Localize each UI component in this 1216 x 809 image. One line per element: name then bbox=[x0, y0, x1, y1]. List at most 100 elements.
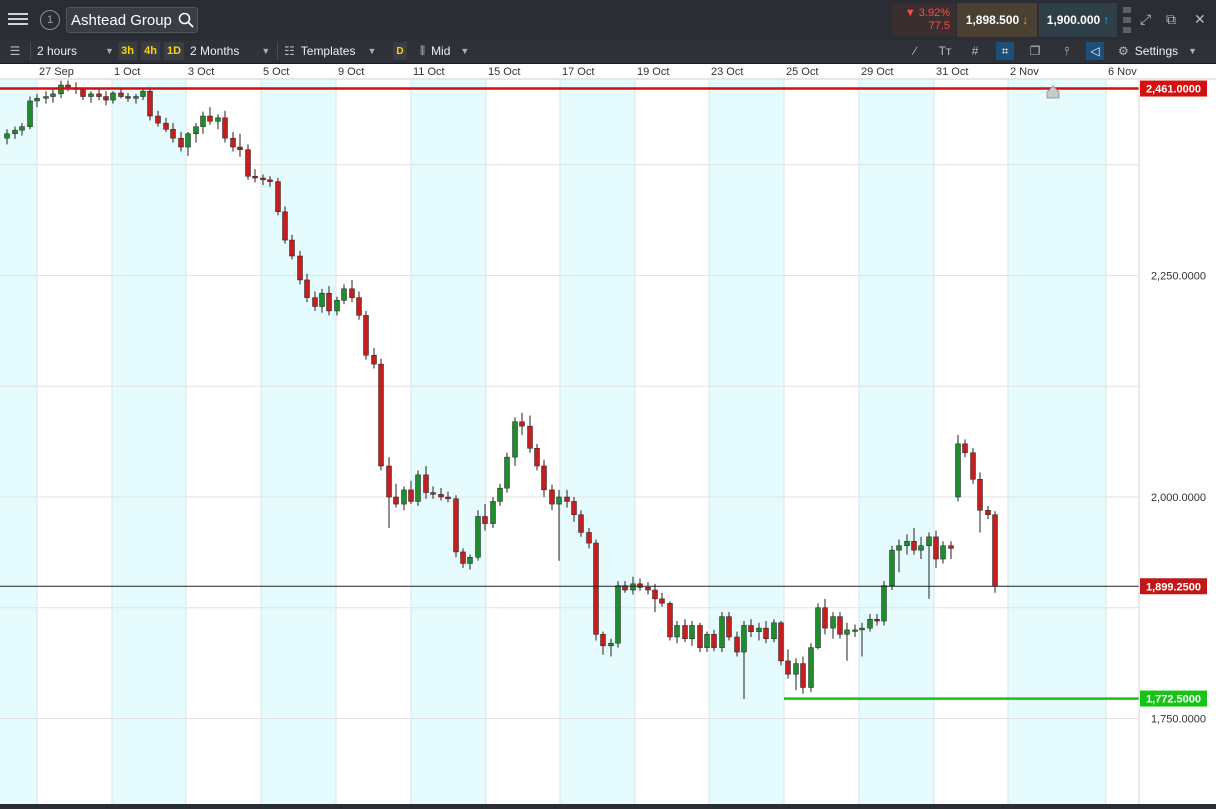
candle-body bbox=[467, 556, 473, 564]
candle-body bbox=[356, 297, 362, 316]
candle-body bbox=[349, 288, 355, 298]
x-tick-label: 9 Oct bbox=[338, 66, 364, 78]
candle-body bbox=[415, 474, 421, 502]
day-band bbox=[560, 80, 635, 804]
y-tick-label: 2,000.0000 bbox=[1151, 492, 1206, 504]
range-dropdown[interactable]: 2 Months ▼ bbox=[190, 42, 275, 60]
candle-body bbox=[571, 501, 577, 515]
candle-body bbox=[844, 629, 850, 635]
info-badge[interactable]: 1 bbox=[40, 10, 60, 30]
candle-body bbox=[490, 501, 496, 524]
support-price-label: 1,772.5000 bbox=[1146, 694, 1201, 706]
candle-body bbox=[497, 487, 503, 502]
d-button[interactable]: D bbox=[393, 42, 407, 60]
candle-body bbox=[904, 541, 910, 546]
candle-body bbox=[260, 177, 266, 181]
y-tick-label: 2,250.0000 bbox=[1151, 271, 1206, 283]
arrow-down-icon: ↓ bbox=[1022, 13, 1029, 27]
candle-body bbox=[704, 634, 710, 648]
candle-body bbox=[163, 122, 169, 130]
caret-down-icon: ▼ bbox=[261, 46, 271, 56]
candles-icon: ⫼ bbox=[420, 44, 426, 57]
candle-body bbox=[363, 315, 369, 356]
range-label: 2 Months bbox=[190, 44, 240, 58]
candle-body bbox=[445, 496, 451, 500]
x-tick-label: 17 Oct bbox=[562, 66, 594, 78]
x-tick-label: 2 Nov bbox=[1010, 66, 1039, 78]
buy-button[interactable]: 1,900.000 ↑ bbox=[1039, 3, 1117, 37]
expand-icon[interactable]: ⤢ bbox=[1140, 11, 1151, 28]
instrument-search[interactable]: Ashtead Group bbox=[66, 7, 198, 33]
close-icon[interactable]: ✕ bbox=[1194, 11, 1206, 28]
interval-label: 2 hours bbox=[37, 44, 78, 58]
interval-1d-label: 1D bbox=[166, 45, 182, 57]
candle-body bbox=[985, 510, 991, 515]
day-band bbox=[1008, 80, 1106, 804]
candle-body bbox=[504, 456, 510, 489]
instrument-name: Ashtead Group bbox=[71, 11, 172, 29]
search-icon[interactable] bbox=[178, 12, 194, 28]
candle-body bbox=[541, 465, 547, 491]
interval-dropdown[interactable]: 2 hours ▼ bbox=[37, 42, 115, 60]
divider bbox=[277, 42, 278, 60]
windows-icon[interactable]: ❐ bbox=[1026, 42, 1044, 60]
candle-body bbox=[711, 634, 717, 648]
candle-body bbox=[808, 647, 814, 688]
candlestick-chart[interactable]: 27 Sep 1 Oct 3 Oct 5 Oct 9 Oct 11 Oct 15 Oct 17… bbox=[0, 49, 1216, 804]
resistance-price-label: 2,461.0000 bbox=[1146, 84, 1201, 96]
candle-body bbox=[889, 549, 895, 586]
candle-body bbox=[312, 297, 318, 307]
price-type-dropdown[interactable]: ⫼ Mid ▼ bbox=[420, 42, 484, 60]
x-tick-label: 3 Oct bbox=[188, 66, 214, 78]
templates-label: Templates bbox=[300, 44, 356, 58]
candle-body bbox=[830, 616, 836, 629]
grid-icon[interactable]: # bbox=[966, 42, 984, 60]
interval-4h-button[interactable]: 4h bbox=[141, 42, 160, 60]
day-band bbox=[709, 80, 784, 804]
templates-dropdown[interactable]: ☷ Templates ▼ bbox=[284, 42, 384, 60]
settings-dropdown[interactable]: ⚙ Settings ▼ bbox=[1118, 42, 1210, 60]
candle-body bbox=[245, 149, 251, 177]
caret-down-icon: ▼ bbox=[460, 46, 470, 56]
x-tick-label: 1 Oct bbox=[114, 66, 140, 78]
x-tick-label: 25 Oct bbox=[786, 66, 818, 78]
candle-body bbox=[578, 514, 584, 533]
candle-body bbox=[637, 583, 643, 588]
interval-1d-button[interactable]: 1D bbox=[164, 42, 184, 60]
menu-icon[interactable] bbox=[8, 10, 28, 30]
candle-body bbox=[977, 479, 983, 511]
candle-body bbox=[586, 532, 592, 544]
candle-body bbox=[689, 625, 695, 640]
candle-body bbox=[378, 363, 384, 467]
text-tool-icon[interactable]: Tт bbox=[936, 42, 954, 60]
popout-icon[interactable]: ⧉ bbox=[1166, 11, 1176, 28]
draw-line-icon[interactable]: ∕ bbox=[906, 42, 924, 60]
interval-3h-button[interactable]: 3h bbox=[118, 42, 137, 60]
day-band bbox=[411, 80, 486, 804]
chart-area[interactable]: 27 Sep 1 Oct 3 Oct 5 Oct 9 Oct 11 Oct 15 Oct 17… bbox=[0, 49, 1216, 804]
candle-type-icon[interactable]: ⫯ bbox=[1058, 42, 1076, 60]
candle-body bbox=[778, 622, 784, 662]
layout-icon[interactable] bbox=[1122, 6, 1132, 37]
buy-price: 1,900.000 bbox=[1046, 13, 1101, 27]
candle-body bbox=[267, 179, 273, 182]
candle-body bbox=[88, 93, 94, 97]
list-icon[interactable]: ☰ bbox=[6, 42, 24, 60]
info-number: 1 bbox=[46, 14, 54, 26]
candle-body bbox=[837, 616, 843, 635]
tag-icon[interactable]: ◁ bbox=[1086, 42, 1104, 60]
candle-body bbox=[103, 96, 109, 101]
candle-body bbox=[962, 443, 968, 453]
candle-body bbox=[763, 627, 769, 640]
sell-button[interactable]: 1,898.500 ↓ bbox=[957, 3, 1037, 37]
current-price-label: 1,899.2500 bbox=[1146, 581, 1201, 593]
crosshair-icon[interactable]: ⌗ bbox=[996, 42, 1014, 60]
candle-body bbox=[27, 100, 33, 127]
day-bands bbox=[0, 64, 1216, 804]
candle-body bbox=[771, 622, 777, 640]
candle-body bbox=[926, 536, 932, 546]
candle-body bbox=[230, 137, 236, 148]
candle-body bbox=[896, 545, 902, 551]
candle-body bbox=[719, 616, 725, 648]
x-tick-label: 11 Oct bbox=[413, 66, 445, 78]
